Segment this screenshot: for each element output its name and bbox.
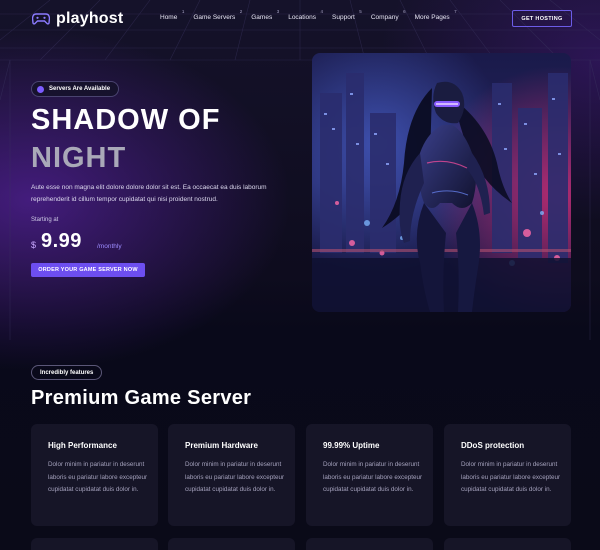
price-currency: $: [31, 240, 37, 250]
nav-item-game-servers[interactable]: Game Servers 2: [193, 9, 242, 21]
nav-item-support[interactable]: Support 5: [332, 9, 362, 21]
order-server-button[interactable]: ORDER YOUR GAME SERVER NOW: [31, 263, 145, 277]
price-value: 9.99: [41, 230, 82, 252]
nav-item-label: Locations: [288, 14, 317, 21]
nav-item-number: 1: [181, 9, 185, 14]
features-badge: Incredibly features: [31, 365, 103, 380]
nav-item-games[interactable]: Games 3: [251, 9, 279, 21]
nav-item-number: 4: [320, 9, 324, 14]
feature-card-description: Dolor minim in pariatur in deserunt labo…: [48, 461, 148, 493]
nav-item-label: Game Servers: [193, 14, 236, 21]
nav-item-locations[interactable]: Locations 4: [288, 9, 323, 21]
nav-item-label: Company: [370, 14, 399, 21]
gamepad-icon: [32, 13, 50, 25]
nav-item-label: Home: [160, 14, 178, 21]
feature-card-description: Dolor minim in pariatur in deserunt labo…: [323, 461, 423, 493]
feature-card-ddos-protection: DDoS protection Dolor minim in pariatur …: [444, 424, 571, 526]
brand-name: playhost: [56, 10, 124, 27]
price-period: /monthly: [97, 243, 122, 250]
feature-card-partial: [31, 538, 158, 550]
hero-description: Aute esse non magna elit dolore dolore d…: [31, 184, 267, 203]
nav-item-number: 5: [359, 9, 362, 14]
nav-item-label: Support: [332, 14, 355, 21]
nav-item-label: Games: [251, 14, 273, 21]
nav-item-home[interactable]: Home 1: [160, 9, 184, 21]
main-menu: Home 1 Game Servers 2 Games 3 Locations …: [160, 9, 466, 21]
hero-title-line-2: NIGHT: [31, 142, 127, 174]
top-nav: playhost Home 1 Game Servers 2 Games 3 L…: [0, 0, 600, 40]
hero-image: [312, 53, 571, 312]
nav-item-number: 6: [403, 9, 406, 14]
features-title: Premium Game Server: [31, 387, 252, 409]
starting-at-label: Starting at: [31, 217, 59, 223]
nav-item-more-pages[interactable]: More Pages 7: [414, 9, 457, 21]
nav-item-company[interactable]: Company 6: [370, 9, 406, 21]
get-hosting-button[interactable]: GET HOSTING: [512, 10, 572, 27]
servers-available-badge: Servers Are Available: [31, 81, 120, 97]
feature-card-description: Dolor minim in pariatur in deserunt labo…: [185, 461, 285, 493]
status-dot-icon: [37, 85, 44, 93]
feature-card-title: DDoS protection: [461, 441, 525, 450]
feature-card-partial: [168, 538, 295, 550]
nav-item-number: 2: [239, 9, 243, 14]
nav-item-number: 7: [454, 9, 457, 14]
badge-label: Servers Are Available: [49, 86, 111, 92]
feature-card-partial: [306, 538, 433, 550]
feature-card-partial: [444, 538, 571, 550]
feature-card-title: Premium Hardware: [185, 441, 258, 450]
nav-item-label: More Pages: [414, 14, 450, 21]
nav-item-number: 3: [276, 9, 280, 14]
feature-card-title: 99.99% Uptime: [323, 441, 380, 450]
feature-card-title: High Performance: [48, 441, 117, 450]
hero-title-line-1: SHADOW OF: [31, 104, 221, 136]
feature-card-description: Dolor minim in pariatur in deserunt labo…: [461, 461, 561, 493]
brand-logo[interactable]: playhost: [32, 10, 123, 28]
cyber-character-illustration: [312, 53, 571, 312]
feature-card-high-performance: High Performance Dolor minim in pariatur…: [31, 424, 158, 526]
feature-card-uptime: 99.99% Uptime Dolor minim in pariatur in…: [306, 424, 433, 526]
feature-card-premium-hardware: Premium Hardware Dolor minim in pariatur…: [168, 424, 295, 526]
